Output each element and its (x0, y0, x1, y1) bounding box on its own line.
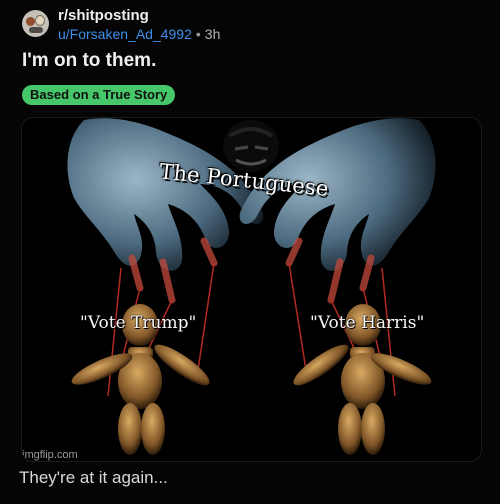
post-flair[interactable]: Based on a True Story (22, 85, 176, 105)
shadow-face (223, 120, 279, 172)
author-link[interactable]: u/Forsaken_Ad_4992 (58, 26, 192, 42)
subreddit-name[interactable]: r/shitposting (58, 7, 149, 24)
post-header: r/shitposting u/Forsaken_Ad_4992 • 3h (22, 7, 482, 42)
meta-separator: • (195, 26, 201, 42)
post-title[interactable]: I'm on to them. (22, 50, 156, 72)
post-body-text[interactable]: They're at it again... (19, 468, 168, 488)
meme-image[interactable]: The Portuguese "Vote Trump" "Vote Harris… (21, 117, 482, 462)
left-puppet-label: "Vote Trump" (80, 313, 197, 333)
post-age: 3h (204, 26, 221, 42)
imgflip-watermark: imgflip.com (22, 449, 78, 461)
right-puppet-label: "Vote Harris" (310, 313, 425, 333)
post-meta: u/Forsaken_Ad_4992 • 3h (58, 26, 220, 42)
subreddit-avatar[interactable] (22, 10, 49, 37)
